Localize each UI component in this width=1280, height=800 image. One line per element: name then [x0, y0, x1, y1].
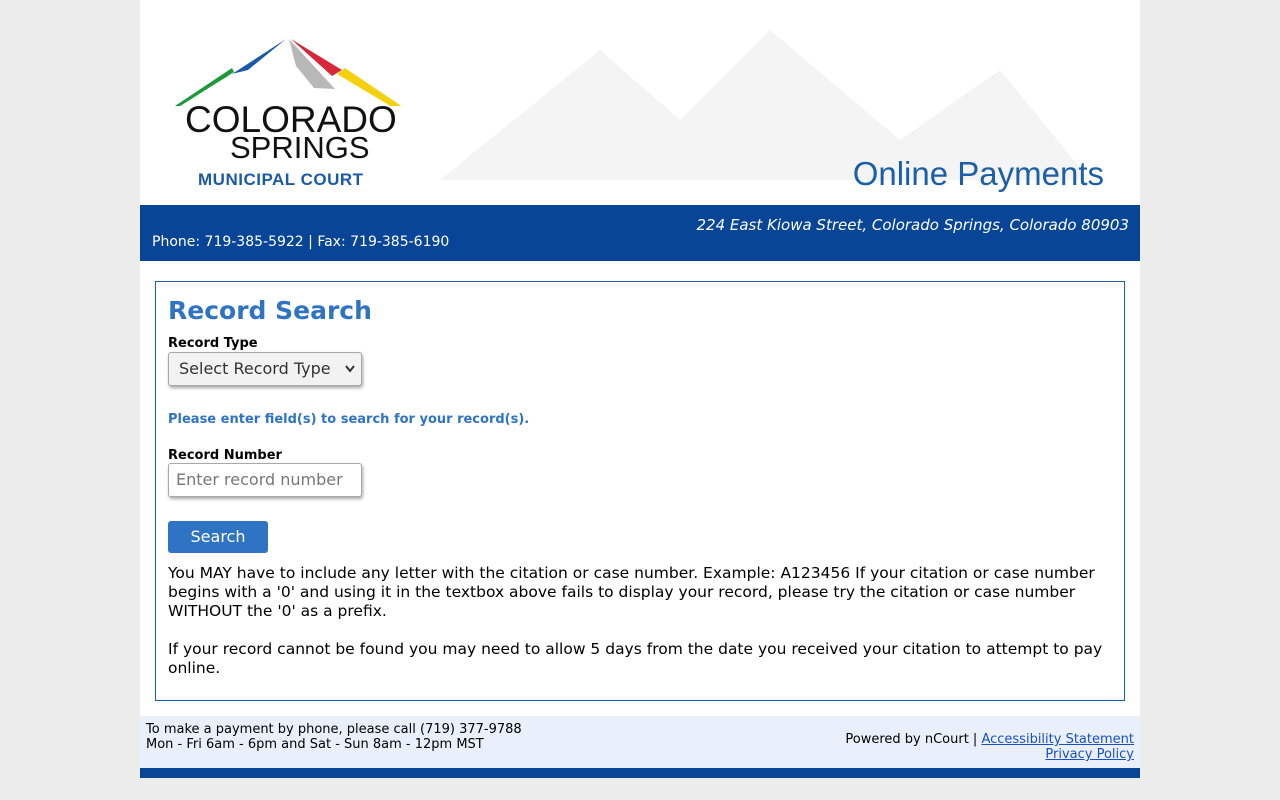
- powered-by-text: Powered by nCourt |: [845, 732, 978, 747]
- record-number-input[interactable]: Enter record number: [168, 463, 362, 497]
- footer-phone-info: To make a payment by phone, please call …: [146, 722, 522, 752]
- header: COLORADO SPRINGS MUNICIPAL COURT Online …: [140, 0, 1140, 205]
- footer-hours-line: Mon - Fri 6am - 6pm and Sat - Sun 8am - …: [146, 737, 484, 752]
- mountain-logo-icon: [175, 39, 402, 106]
- footer: To make a payment by phone, please call …: [140, 716, 1140, 768]
- record-not-found-note: If your record cannot be found you may n…: [168, 640, 1103, 677]
- record-number-label: Record Number: [168, 448, 282, 463]
- chevron-down-icon: [345, 353, 355, 397]
- court-logo: COLORADO SPRINGS MUNICIPAL COURT: [152, 36, 424, 196]
- citation-note: You MAY have to include any letter with …: [168, 564, 1095, 620]
- record-number-placeholder: Enter record number: [176, 470, 343, 489]
- privacy-policy-link[interactable]: Privacy Policy: [1045, 747, 1134, 762]
- page: COLORADO SPRINGS MUNICIPAL COURT Online …: [140, 0, 1140, 778]
- search-hint: Please enter field(s) to search for your…: [168, 412, 530, 427]
- contact-bar: 224 East Kiowa Street, Colorado Springs,…: [140, 205, 1140, 261]
- logo-text-springs: SPRINGS: [230, 130, 370, 165]
- record-search-title: Record Search: [168, 296, 372, 325]
- logo-text-municipal-court: MUNICIPAL COURT: [198, 170, 364, 189]
- search-button[interactable]: Search: [168, 521, 268, 553]
- phone-fax-text: Phone: 719-385-5922 | Fax: 719-385-6190: [152, 234, 450, 250]
- record-type-select[interactable]: Select Record Type: [168, 352, 362, 386]
- footer-phone-line: To make a payment by phone, please call …: [146, 722, 522, 737]
- record-type-selected-value: Select Record Type: [179, 359, 331, 378]
- address-text: 224 East Kiowa Street, Colorado Springs,…: [696, 216, 1129, 234]
- footer-links: Powered by nCourt | Accessibility Statem…: [845, 732, 1134, 762]
- record-search-card: Record Search Record Type Select Record …: [155, 281, 1125, 701]
- record-type-label: Record Type: [168, 336, 258, 351]
- bottom-bar: [140, 768, 1140, 778]
- page-title: Online Payments: [852, 155, 1104, 192]
- accessibility-statement-link[interactable]: Accessibility Statement: [981, 732, 1134, 747]
